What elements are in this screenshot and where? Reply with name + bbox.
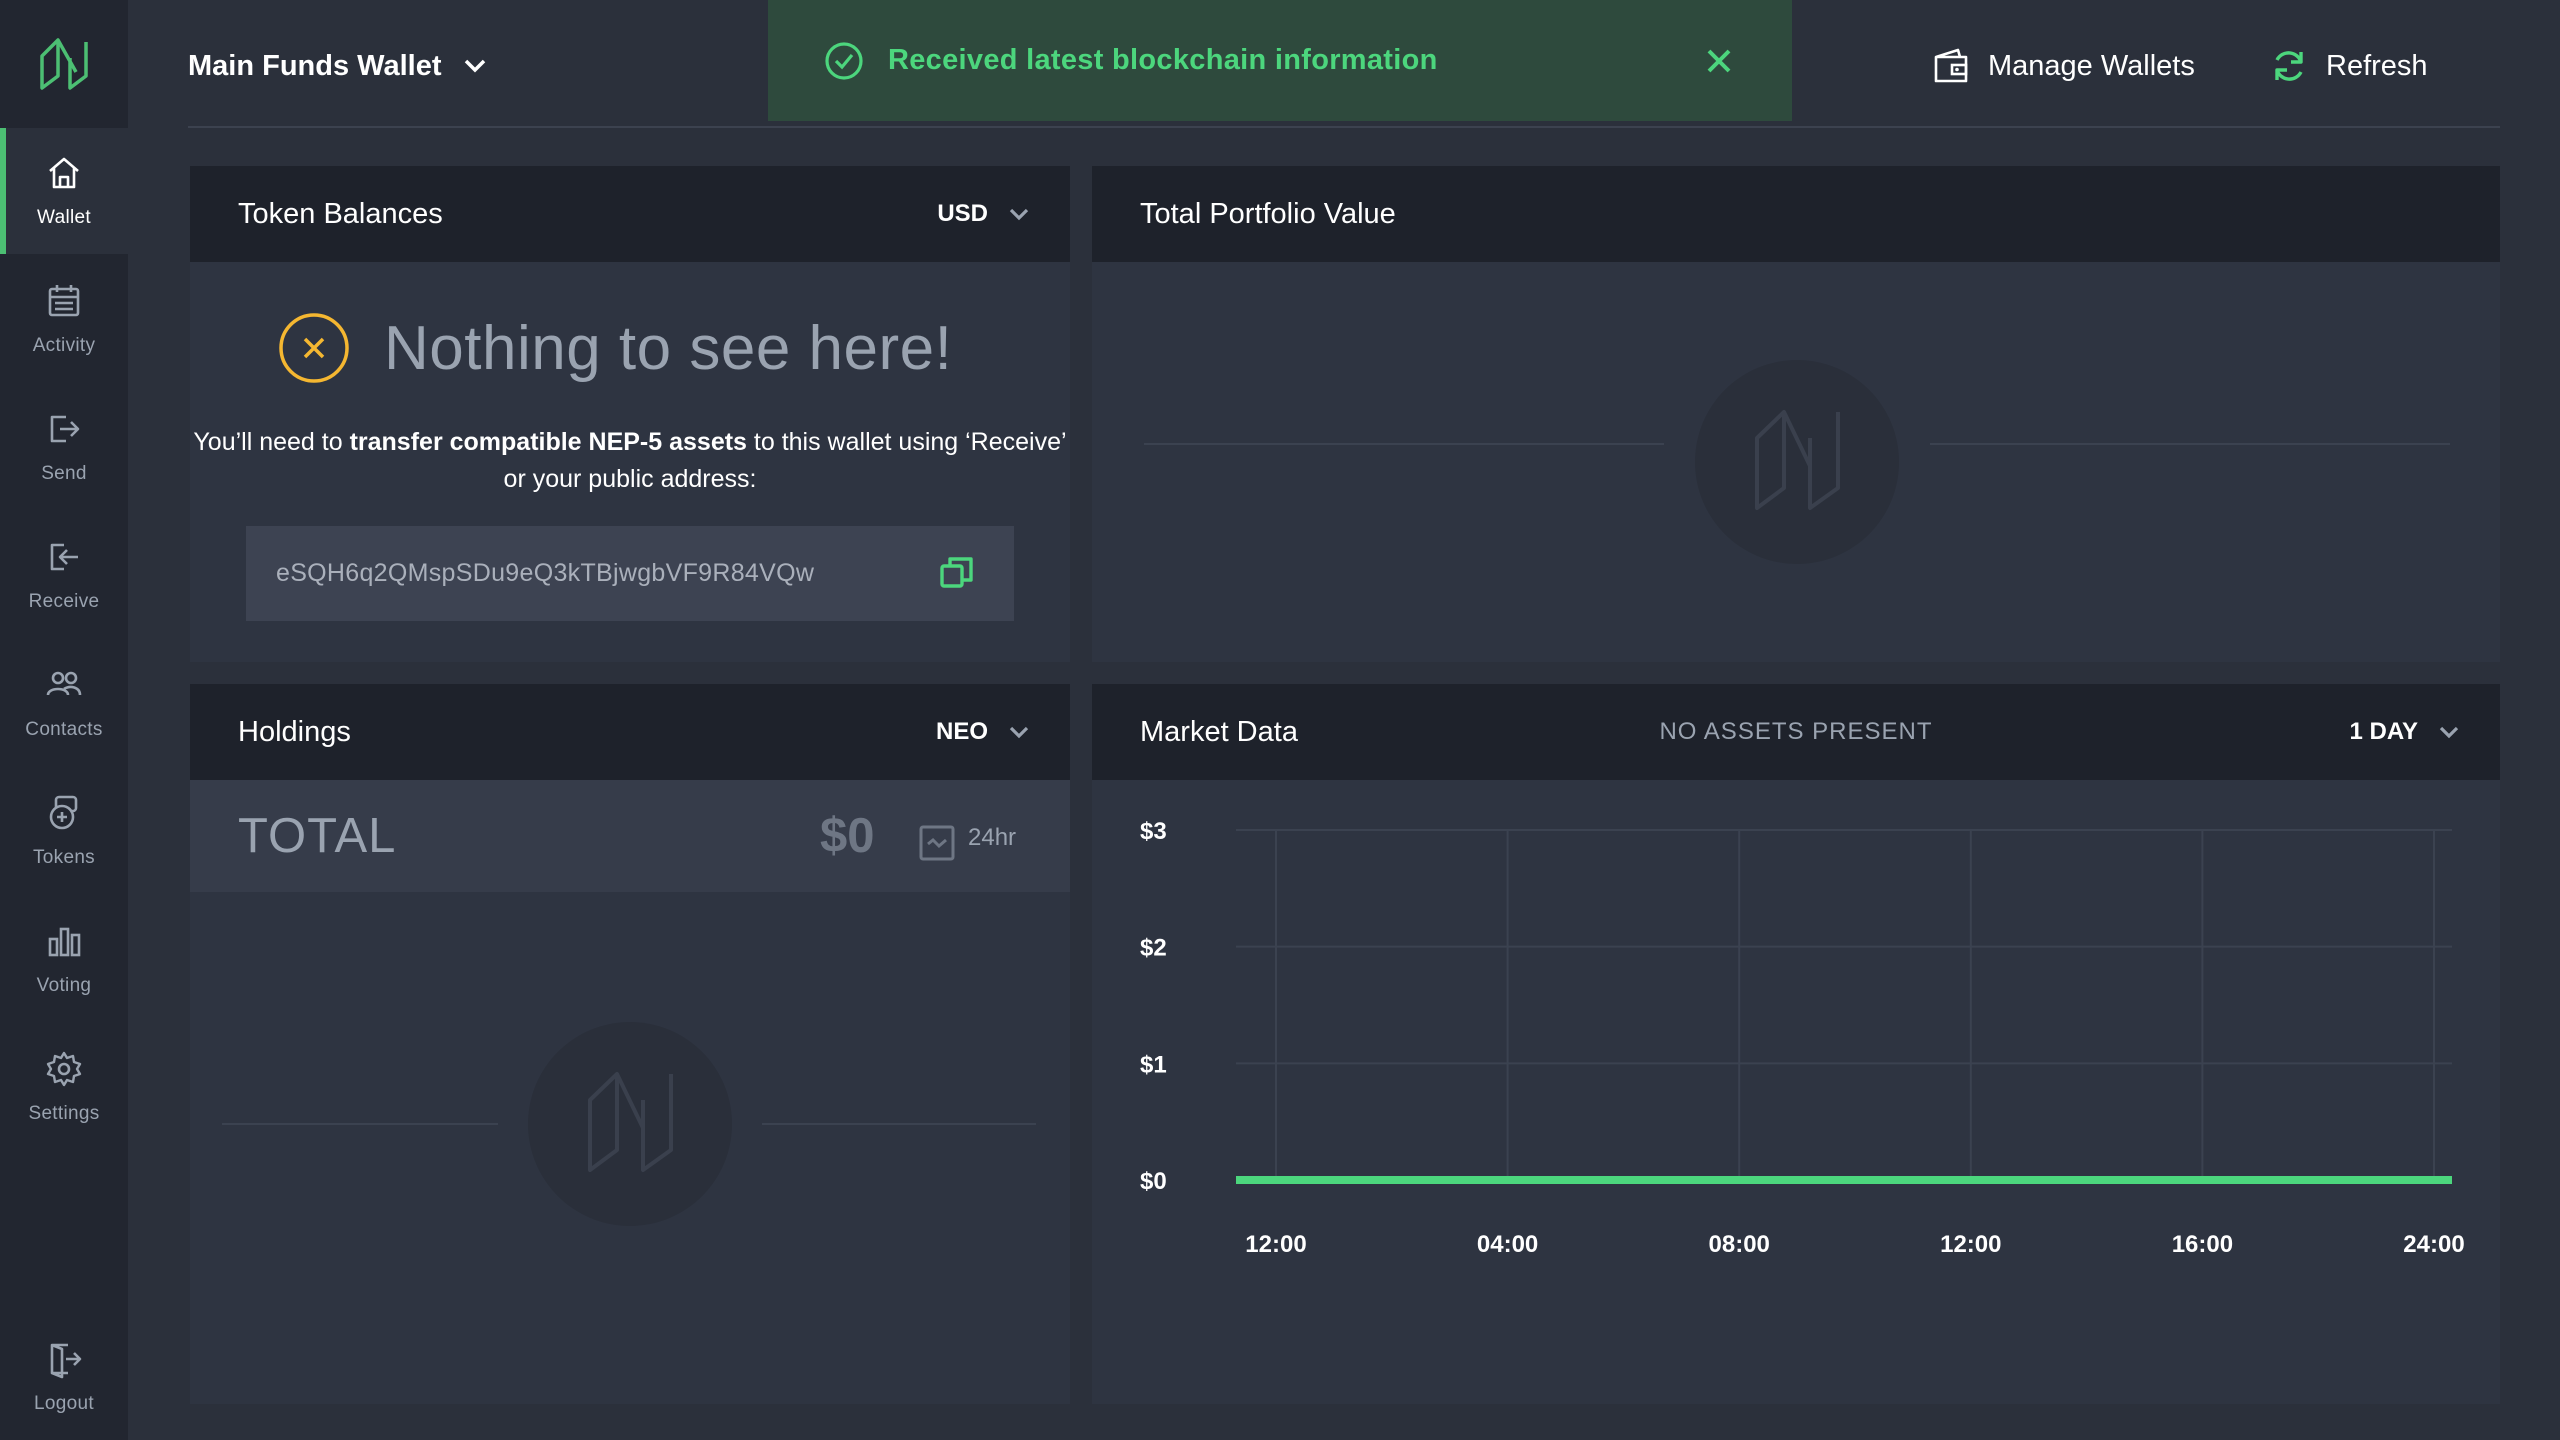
home-icon	[49, 157, 79, 189]
manage-wallets-label: Manage Wallets	[1988, 49, 2195, 82]
y-tick-label: $0	[1140, 1168, 1167, 1195]
sidebar-item-activity[interactable]: Activity	[0, 256, 128, 382]
manage-wallets-button[interactable]: Manage Wallets	[1932, 44, 2195, 88]
market-data-panel: Market Data NO ASSETS PRESENT 1 DAY $0 $1…	[1092, 684, 2500, 1404]
sidebar-item-label: Wallet	[37, 207, 91, 228]
sidebar-item-voting[interactable]: Voting	[0, 896, 128, 1022]
sidebar-item-tokens[interactable]: Tokens	[0, 768, 128, 894]
y-tick-label: $1	[1140, 1051, 1167, 1078]
desc-text: You’ll need to	[193, 428, 350, 456]
token-value: NEO	[935, 718, 988, 745]
receive-icon	[50, 543, 78, 571]
period-label: 24hr	[968, 824, 1017, 851]
market-chart: $0 $1 $2 $3 12:00 04:00 08:00 12:00 16:00 24:00	[1140, 818, 2465, 1258]
sidebar-item-label: Contacts	[25, 719, 103, 740]
x-tick-label: 12:00	[1245, 1231, 1306, 1258]
error-circle-icon	[279, 313, 349, 383]
empty-portfolio-placeholder	[1144, 360, 2450, 564]
portfolio-panel: Total Portfolio Value	[1092, 166, 2500, 662]
holdings-header: Holdings NEO	[190, 684, 1070, 780]
wallet-name: Main Funds Wallet	[188, 49, 442, 82]
currency-value: USD	[937, 200, 988, 227]
send-icon	[50, 415, 80, 443]
sidebar-item-wallet[interactable]: Wallet	[0, 128, 128, 254]
empty-state-description: You’ll need to transfer compatible NEP-5…	[190, 424, 1070, 498]
market-data-header: Market Data NO ASSETS PRESENT 1 DAY	[1092, 684, 2500, 780]
close-icon[interactable]	[1706, 48, 1732, 74]
sidebar-item-send[interactable]: Send	[0, 384, 128, 510]
x-tick-label: 04:00	[1477, 1231, 1538, 1258]
market-status: NO ASSETS PRESENT	[1659, 718, 1933, 745]
currency-selector[interactable]: USD	[937, 166, 1030, 262]
total-value: $0	[820, 809, 875, 863]
public-address[interactable]: eSQH6q2QMspSDu9eQ3kTBjwgbVF9R84VQw	[276, 559, 814, 588]
y-tick-label: $3	[1140, 818, 1167, 845]
panel-title: Holdings	[238, 715, 351, 748]
sidebar-item-label: Send	[41, 463, 87, 484]
x-tick-label: 16:00	[2172, 1231, 2233, 1258]
panel-title: Token Balances	[238, 197, 443, 230]
sidebar-item-receive[interactable]: Receive	[0, 512, 128, 638]
sidebar-item-contacts[interactable]: Contacts	[0, 640, 128, 766]
range-value: 1 DAY	[2349, 718, 2418, 745]
toast-message: Received latest blockchain information	[888, 44, 1438, 76]
chevron-down-icon	[1009, 208, 1029, 221]
header-divider	[188, 126, 2500, 128]
sidebar-item-label: Tokens	[32, 847, 95, 868]
gear-icon	[46, 1051, 82, 1087]
empty-state-title: Nothing to see here!	[384, 313, 953, 383]
sidebar-item-label: Activity	[32, 335, 96, 356]
refresh-button[interactable]: Refresh	[2270, 44, 2428, 88]
x-tick-label: 08:00	[1709, 1231, 1770, 1258]
panel-title: Market Data	[1140, 715, 1298, 748]
panel-title: Total Portfolio Value	[1140, 197, 1396, 230]
empty-state-heading: Nothing to see here!	[278, 312, 952, 384]
copy-icon[interactable]	[938, 554, 976, 592]
holdings-panel: Holdings NEO TOTAL $0 24hr	[190, 684, 1070, 1404]
wallet-icon	[1934, 48, 1968, 83]
x-tick-label: 24:00	[2403, 1231, 2464, 1258]
refresh-label: Refresh	[2326, 49, 2428, 82]
logout-label: Logout	[34, 1393, 94, 1414]
portfolio-header: Total Portfolio Value	[1092, 166, 2500, 262]
refresh-icon	[2275, 51, 2303, 81]
chevron-down-icon	[2439, 726, 2459, 739]
empty-holdings-placeholder	[222, 1022, 1036, 1226]
token-balances-header: Token Balances USD	[190, 166, 1070, 262]
sidebar: Wallet Activity Send Receive Contacts To…	[0, 0, 128, 1440]
x-tick-label: 12:00	[1940, 1231, 2001, 1258]
logout-button[interactable]: Logout	[0, 1314, 128, 1440]
trend-chart-icon[interactable]	[918, 824, 956, 862]
sidebar-item-label: Settings	[28, 1103, 100, 1124]
tokens-icon	[49, 795, 78, 830]
logout-icon	[50, 1343, 82, 1379]
wallet-selector[interactable]: Main Funds Wallet	[188, 44, 487, 88]
desc-bold-text: transfer compatible NEP-5 assets	[349, 428, 747, 456]
chevron-down-icon	[465, 59, 486, 73]
y-tick-label: $2	[1140, 935, 1167, 962]
sidebar-item-label: Receive	[28, 591, 100, 612]
voting-icon	[48, 927, 81, 957]
sidebar-item-label: Voting	[36, 975, 92, 996]
neon-logo-icon	[40, 38, 88, 90]
public-address-box: eSQH6q2QMspSDu9eQ3kTBjwgbVF9R84VQw	[246, 526, 1014, 621]
sidebar-item-settings[interactable]: Settings	[0, 1024, 128, 1150]
holdings-total-row: TOTAL $0 24hr	[190, 780, 1070, 892]
contacts-icon	[46, 671, 82, 696]
total-label: TOTAL	[238, 809, 397, 863]
range-selector[interactable]: 1 DAY	[2350, 684, 2460, 780]
chevron-down-icon	[1009, 726, 1029, 739]
check-circle-icon	[825, 41, 863, 80]
calendar-icon	[48, 285, 80, 317]
token-selector[interactable]: NEO	[936, 684, 1030, 780]
notification-toast: Received latest blockchain information	[768, 0, 1792, 121]
